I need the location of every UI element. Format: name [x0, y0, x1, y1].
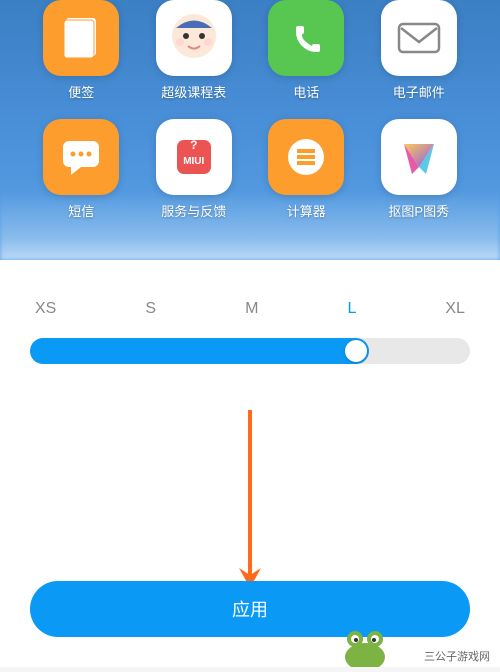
font-size-panel: XS S M L XL 应用 [0, 260, 500, 667]
size-slider[interactable] [30, 338, 470, 364]
apply-button-label: 应用 [232, 596, 268, 622]
app-label: 超级课程表 [161, 82, 226, 101]
phone-icon [268, 0, 344, 76]
size-option-xl[interactable]: XL [445, 300, 465, 318]
app-icon-grid: 便签 超级课程表 电话 电子邮件 短信 [0, 0, 500, 240]
size-option-xs[interactable]: XS [35, 300, 56, 318]
app-label: 计算器 [287, 201, 326, 220]
size-option-s[interactable]: S [145, 300, 156, 318]
mail-icon [381, 0, 457, 76]
calculator-icon [268, 119, 344, 195]
annotation-arrow [235, 410, 265, 595]
miui-badge: MIUI [177, 140, 211, 174]
photo-editor-icon [381, 119, 457, 195]
app-sms[interactable]: 短信 [30, 119, 133, 220]
feedback-icon: MIUI [156, 119, 232, 195]
app-label: 短信 [68, 201, 94, 220]
apply-button[interactable]: 应用 [30, 581, 470, 637]
app-calculator[interactable]: 计算器 [255, 119, 358, 220]
notes-icon [43, 0, 119, 76]
app-phone[interactable]: 电话 [255, 0, 358, 101]
slider-fill [30, 338, 369, 364]
sms-icon [43, 119, 119, 195]
schedule-icon [156, 0, 232, 76]
app-label: 电话 [293, 82, 319, 101]
app-schedule[interactable]: 超级课程表 [143, 0, 246, 101]
size-option-m[interactable]: M [245, 300, 258, 318]
size-option-l[interactable]: L [347, 300, 356, 318]
mascot-icon [340, 627, 390, 672]
app-notes[interactable]: 便签 [30, 0, 133, 101]
app-feedback[interactable]: MIUI 服务与反馈 [143, 119, 246, 220]
slider-thumb[interactable] [345, 340, 367, 362]
app-label: 便签 [68, 82, 94, 101]
app-label: 抠图P图秀 [388, 201, 449, 220]
app-photo-editor[interactable]: 抠图P图秀 [368, 119, 471, 220]
size-options: XS S M L XL [30, 300, 470, 318]
home-screen-preview: 便签 超级课程表 电话 电子邮件 短信 [0, 0, 500, 260]
app-label: 电子邮件 [393, 82, 445, 101]
app-label: 服务与反馈 [161, 201, 226, 220]
app-mail[interactable]: 电子邮件 [368, 0, 471, 101]
watermark: 三公子游戏网 [420, 647, 494, 665]
